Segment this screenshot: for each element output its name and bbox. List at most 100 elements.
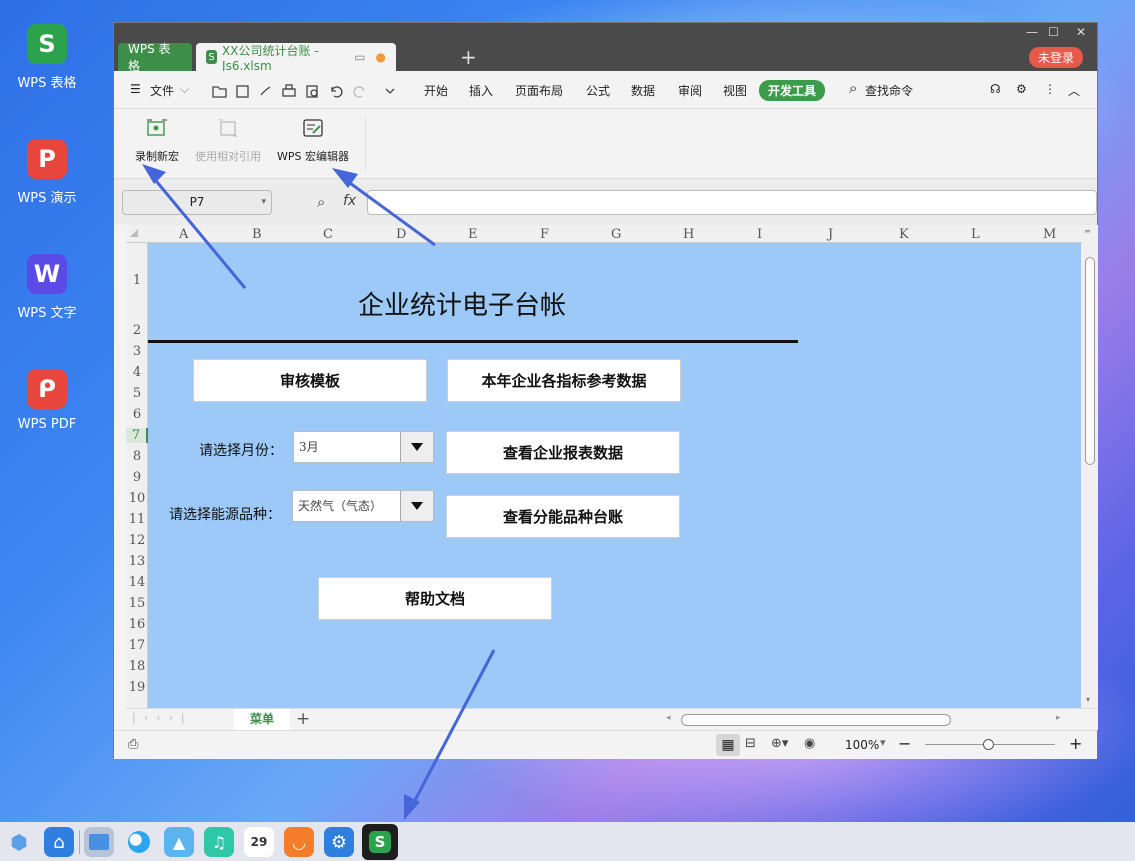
start-cube-icon[interactable]: ⬢ bbox=[4, 827, 34, 857]
zoom-level[interactable]: 100% bbox=[845, 738, 879, 752]
gear-icon[interactable]: ⚙ bbox=[1016, 82, 1027, 96]
fx-icon[interactable]: fx bbox=[343, 193, 356, 209]
menu-data[interactable]: 数据 bbox=[631, 82, 655, 99]
scroll-right-icon[interactable]: ▸ bbox=[1056, 713, 1061, 723]
wps-taskbar-icon[interactable]: S bbox=[362, 824, 398, 860]
eye-protect-icon[interactable]: ◉ bbox=[804, 736, 815, 751]
row-header-7[interactable]: 7 bbox=[126, 428, 148, 443]
column-header-m[interactable]: M bbox=[1043, 227, 1056, 242]
column-header-h[interactable]: H bbox=[683, 227, 694, 242]
close-icon[interactable]: ✕ bbox=[1076, 25, 1086, 39]
macro-status-icon[interactable]: ⎙ bbox=[128, 737, 138, 752]
select-all-icon[interactable] bbox=[130, 229, 138, 237]
horizontal-scrollbar[interactable]: ◂ ▸ bbox=[666, 713, 1066, 727]
column-header-l[interactable]: L bbox=[971, 227, 980, 242]
column-header-k[interactable]: K bbox=[899, 227, 909, 242]
browser-icon[interactable] bbox=[124, 827, 154, 857]
energy-ledger-button[interactable]: 查看分能品种台账 bbox=[446, 495, 680, 538]
sheet-tab-menu[interactable]: 菜单 bbox=[234, 709, 290, 730]
maximize-icon[interactable]: ☐ bbox=[1048, 25, 1059, 39]
page-layout-icon[interactable]: ⊕▾ bbox=[771, 736, 788, 751]
desktop-icon-wps-writer[interactable]: W WPS 文字 bbox=[6, 254, 88, 321]
settings-icon[interactable]: ⚙ bbox=[324, 827, 354, 857]
scroll-thumb[interactable] bbox=[1085, 257, 1095, 465]
collapse-icon[interactable]: ︿ bbox=[1068, 82, 1080, 99]
menu-start[interactable]: 开始 bbox=[424, 82, 448, 99]
menu-review[interactable]: 审阅 bbox=[678, 82, 702, 99]
row-header-15[interactable]: 15 bbox=[126, 596, 148, 611]
relative-reference-button[interactable]: 使用相对引用 bbox=[189, 117, 267, 164]
sheet-nav-icons[interactable]: |‹‹›| bbox=[132, 711, 193, 724]
row-header-19[interactable]: 19 bbox=[126, 680, 148, 695]
column-header-e[interactable]: E bbox=[468, 227, 478, 242]
home-icon[interactable]: ⌂ bbox=[44, 827, 74, 857]
row-header-13[interactable]: 13 bbox=[126, 554, 148, 569]
column-header-g[interactable]: G bbox=[611, 227, 621, 242]
tab-document[interactable]: S XX公司统计台账 - Js6.xlsm ▭ ● bbox=[196, 43, 396, 73]
row-header-16[interactable]: 16 bbox=[126, 617, 148, 632]
macro-editor-button[interactable]: WPS 宏编辑器 bbox=[272, 117, 354, 164]
column-header-f[interactable]: F bbox=[540, 227, 549, 242]
name-box[interactable]: P7 ▾ bbox=[122, 190, 272, 215]
column-header-a[interactable]: A bbox=[179, 227, 188, 242]
column-header-c[interactable]: C bbox=[323, 227, 333, 242]
reference-data-button[interactable]: 本年企业各指标参考数据 bbox=[447, 359, 681, 402]
menu-developer-tools[interactable]: 开发工具 bbox=[759, 80, 826, 101]
row-header-9[interactable]: 9 bbox=[126, 470, 148, 485]
row-header-5[interactable]: 5 bbox=[126, 386, 148, 401]
hscroll-thumb[interactable] bbox=[681, 714, 951, 726]
column-header-d[interactable]: D bbox=[396, 227, 406, 242]
row-header-18[interactable]: 18 bbox=[126, 659, 148, 674]
hamburger-icon[interactable]: ☰ bbox=[130, 82, 141, 96]
column-header-b[interactable]: B bbox=[252, 227, 262, 242]
formula-input[interactable] bbox=[367, 190, 1097, 215]
row-header-8[interactable]: 8 bbox=[126, 449, 148, 464]
file-manager-icon[interactable] bbox=[84, 827, 114, 857]
row-header-12[interactable]: 12 bbox=[126, 533, 148, 548]
page-break-icon[interactable]: ⊟ bbox=[745, 736, 756, 751]
vertical-scrollbar[interactable]: ═ ▾ bbox=[1082, 225, 1098, 708]
menu-formula[interactable]: 公式 bbox=[586, 82, 610, 99]
new-tab-icon[interactable]: + bbox=[460, 45, 477, 69]
chevron-down-icon[interactable]: ⌵ bbox=[180, 82, 189, 97]
gallery-icon[interactable]: ▲ bbox=[164, 827, 194, 857]
record-macro-button[interactable]: 录制新宏 bbox=[132, 117, 182, 164]
row-header-14[interactable]: 14 bbox=[126, 575, 148, 590]
minimize-icon[interactable]: — bbox=[1026, 25, 1038, 39]
chevron-down-icon[interactable]: ▾ bbox=[880, 736, 886, 749]
search-icon[interactable]: ⌕ bbox=[849, 79, 857, 97]
add-sheet-icon[interactable]: + bbox=[296, 709, 310, 729]
menu-page-layout[interactable]: 页面布局 bbox=[515, 82, 563, 99]
login-button[interactable]: 未登录 bbox=[1028, 47, 1083, 68]
column-header-i[interactable]: I bbox=[757, 227, 762, 242]
dropdown-arrow-icon[interactable] bbox=[400, 491, 433, 521]
scroll-left-icon[interactable]: ◂ bbox=[666, 713, 671, 723]
normal-view-icon[interactable]: ▦ bbox=[716, 734, 740, 756]
row-header-4[interactable]: 4 bbox=[126, 365, 148, 380]
row-header-2[interactable]: 2 bbox=[126, 323, 148, 338]
energy-select[interactable]: 天然气（气态） bbox=[292, 490, 434, 522]
sheet-area[interactable]: 企业统计电子台帐 审核模板 本年企业各指标参考数据 请选择月份： 3月 查看企业… bbox=[148, 243, 1081, 708]
calendar-icon[interactable]: 29 bbox=[244, 827, 274, 857]
zoom-icon[interactable]: ⌕ bbox=[317, 193, 325, 211]
headset-icon[interactable]: ☊ bbox=[990, 82, 1001, 96]
row-header-11[interactable]: 11 bbox=[126, 512, 148, 527]
store-icon[interactable]: ◡ bbox=[284, 827, 314, 857]
zoom-out-icon[interactable]: − bbox=[898, 734, 911, 753]
row-header-17[interactable]: 17 bbox=[126, 638, 148, 653]
menu-view[interactable]: 视图 bbox=[723, 82, 747, 99]
row-header-6[interactable]: 6 bbox=[126, 407, 148, 422]
scroll-up-icon[interactable]: ═ bbox=[1085, 227, 1090, 236]
row-header-10[interactable]: 10 bbox=[126, 491, 148, 506]
column-header-j[interactable]: J bbox=[828, 227, 833, 242]
monitor-icon[interactable]: ▭ bbox=[354, 50, 365, 64]
enterprise-report-button[interactable]: 查看企业报表数据 bbox=[446, 431, 680, 474]
more-icon[interactable]: ⋮ bbox=[1044, 82, 1056, 96]
desktop-icon-wps-sheet[interactable]: S WPS 表格 bbox=[6, 24, 88, 91]
scroll-down-icon[interactable]: ▾ bbox=[1086, 695, 1090, 704]
audit-template-button[interactable]: 审核模板 bbox=[193, 359, 427, 402]
month-select[interactable]: 3月 bbox=[293, 431, 434, 463]
row-header-3[interactable]: 3 bbox=[126, 344, 148, 359]
dropdown-arrow-icon[interactable] bbox=[400, 432, 433, 462]
desktop-icon-wps-pdf[interactable]: ᑭ WPS PDF bbox=[6, 369, 88, 432]
